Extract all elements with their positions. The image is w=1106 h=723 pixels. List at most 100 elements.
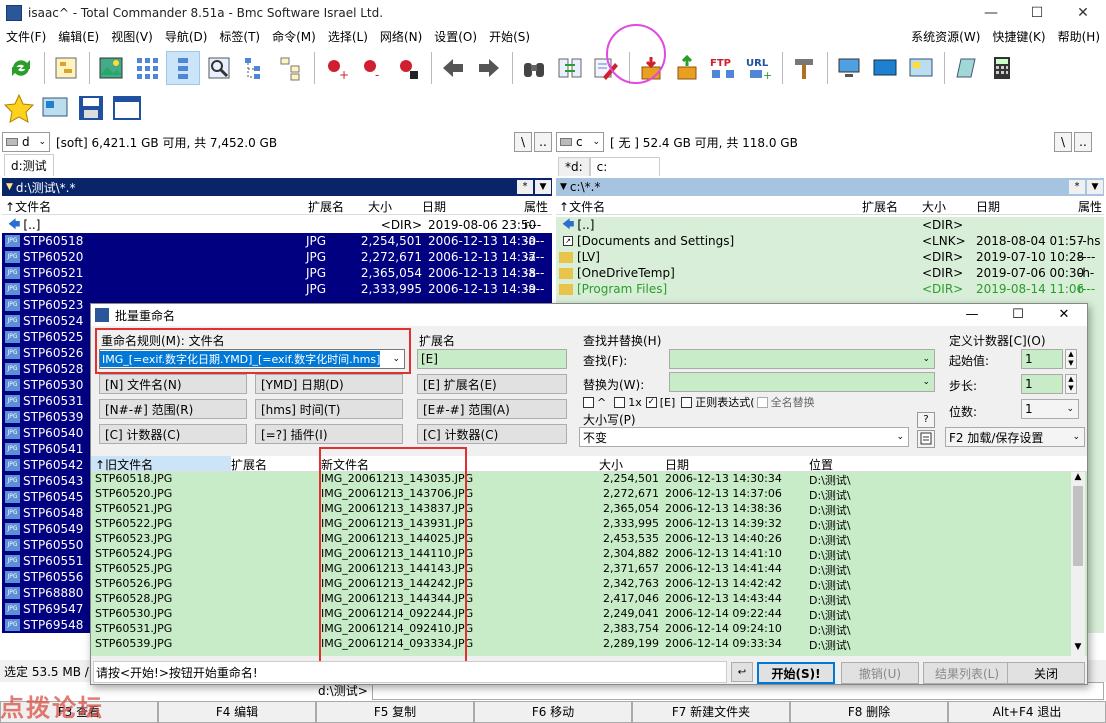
- digits-select[interactable]: 1 ⌄: [1021, 399, 1079, 419]
- invert-select-icon[interactable]: [391, 51, 425, 85]
- start-spinner[interactable]: ▲ ▼: [1065, 349, 1077, 369]
- rule-dropdown-icon[interactable]: ⌄: [392, 354, 400, 364]
- tools-icon[interactable]: [787, 51, 821, 85]
- back-icon[interactable]: [436, 51, 470, 85]
- preview-row[interactable]: STP60524.JPG IMG_20061213_144110.JPG 2,304…: [91, 547, 1087, 562]
- right-hdr-ext[interactable]: 扩展名: [862, 198, 922, 215]
- tab-right-d[interactable]: *d:: [558, 157, 590, 176]
- right-hdr-date[interactable]: 日期: [976, 198, 1078, 215]
- find-icon[interactable]: [517, 51, 551, 85]
- right-hdr-attr[interactable]: 属性: [1078, 198, 1102, 215]
- window-icon[interactable]: [110, 91, 144, 125]
- step-input[interactable]: 1: [1021, 374, 1063, 394]
- f4-edit-button[interactable]: F4 编辑: [158, 701, 316, 723]
- right-file-row[interactable]: [Program Files] <DIR> 2019-08-14 11:06 r---: [556, 281, 1104, 297]
- select-minus-icon[interactable]: -: [355, 51, 389, 85]
- star-icon[interactable]: [2, 91, 36, 125]
- range-token-button[interactable]: [N#-#] 范围(R): [99, 399, 247, 419]
- select-plus-icon[interactable]: +: [319, 51, 353, 85]
- dialog-close-x-button[interactable]: ✕: [1041, 304, 1087, 326]
- result-list-button[interactable]: 结果列表(L): [923, 662, 1011, 684]
- step-spinner[interactable]: ▲ ▼: [1065, 374, 1077, 394]
- calculator-icon[interactable]: [985, 51, 1019, 85]
- left-hdr-name[interactable]: ↑文件名: [2, 198, 308, 215]
- left-up-button[interactable]: ..: [534, 132, 552, 152]
- left-path-bar[interactable]: ▼ d:\测试\*.* * ▼: [2, 178, 552, 196]
- url-icon[interactable]: URL +: [742, 51, 776, 85]
- dialog-maximize-button[interactable]: ☐: [995, 304, 1041, 326]
- right-file-row[interactable]: 🡄 [..] <DIR>: [556, 217, 1104, 233]
- tree-view-icon[interactable]: [238, 51, 272, 85]
- refresh-icon[interactable]: [4, 51, 38, 85]
- ext-counter-button[interactable]: [C] 计数器(C): [417, 424, 567, 444]
- tree-icon[interactable]: [49, 51, 83, 85]
- left-filter-button[interactable]: *: [517, 180, 533, 194]
- network-icon[interactable]: [832, 51, 866, 85]
- left-history-button[interactable]: ▼: [535, 180, 551, 194]
- tab-left-test[interactable]: d:测试: [4, 154, 54, 176]
- tab-right-c[interactable]: c:: [589, 157, 660, 176]
- preview-row[interactable]: STP60521.JPG IMG_20061213_143837.JPG 2,365…: [91, 502, 1087, 517]
- right-up-button[interactable]: ..: [1074, 132, 1092, 152]
- brief-icon[interactable]: [130, 51, 164, 85]
- counter-token-button[interactable]: [C] 计数器(C): [99, 424, 247, 444]
- preview-row[interactable]: STP60525.JPG IMG_20061213_144143.JPG 2,371…: [91, 562, 1087, 577]
- help-button[interactable]: ?: [917, 412, 935, 428]
- f8-delete-button[interactable]: F8 删除: [790, 701, 948, 723]
- preview-row[interactable]: STP60528.JPG IMG_20061213_144344.JPG 2,417…: [91, 592, 1087, 607]
- left-file-row[interactable]: JPG STP60522 JPG 2,333,995 2006-12-13 14:39-…: [2, 281, 552, 297]
- load-save-settings-select[interactable]: F2 加载/保存设置 ⌄: [945, 427, 1085, 447]
- menu-settings[interactable]: 设置(O): [428, 28, 483, 45]
- screenshot-icon[interactable]: [38, 91, 72, 125]
- hdr-date[interactable]: 日期: [659, 456, 809, 472]
- menu-select[interactable]: 选择(L): [322, 28, 374, 45]
- ext-range-button[interactable]: [E#-#] 范围(A): [417, 399, 567, 419]
- left-hdr-attr[interactable]: 属性: [524, 198, 548, 215]
- hdr-old-name[interactable]: ↑旧文件名: [91, 456, 231, 472]
- left-root-button[interactable]: \: [514, 132, 532, 152]
- right-path-bar[interactable]: ▼ c:\*.* * ▼: [556, 178, 1104, 196]
- dialog-minimize-button[interactable]: —: [949, 304, 995, 326]
- hdr-ext[interactable]: 扩展名: [231, 456, 319, 472]
- quickview-icon[interactable]: [202, 51, 236, 85]
- edit-names-icon[interactable]: [917, 430, 935, 448]
- plugin-token-button[interactable]: [=?] 插件(I): [255, 424, 403, 444]
- left-file-row[interactable]: JPG STP60521 JPG 2,365,054 2006-12-13 14:38-…: [2, 265, 552, 281]
- left-drive-select[interactable]: d ⌄: [2, 132, 50, 152]
- fullname-checkbox[interactable]: [756, 396, 768, 408]
- menu-edit[interactable]: 编辑(E): [52, 28, 105, 45]
- maximize-button[interactable]: ☐: [1014, 0, 1060, 26]
- find-input[interactable]: ⌄: [669, 349, 935, 369]
- close-button[interactable]: ✕: [1060, 0, 1106, 26]
- control-panel-icon[interactable]: [904, 51, 938, 85]
- left-file-row[interactable]: JPG STP60520 JPG 2,272,671 2006-12-13 14:37-…: [2, 249, 552, 265]
- hdr-location[interactable]: 位置: [809, 456, 969, 472]
- preview-row[interactable]: STP60520.JPG IMG_20061213_143706.JPG 2,272…: [91, 487, 1087, 502]
- preview-row[interactable]: STP60530.JPG IMG_20061214_092244.JPG 2,249…: [91, 607, 1087, 622]
- menu-tabs[interactable]: 标签(T): [213, 28, 266, 45]
- ext-token-button[interactable]: [E] 扩展名(E): [417, 374, 567, 394]
- once-checkbox[interactable]: [614, 396, 626, 408]
- left-hdr-ext[interactable]: 扩展名: [308, 198, 368, 215]
- menu-help[interactable]: 帮助(H): [1052, 28, 1106, 45]
- preview-row[interactable]: STP60531.JPG IMG_20061214_092410.JPG 2,383…: [91, 622, 1087, 637]
- preview-row[interactable]: STP60518.JPG IMG_20061213_143035.JPG 2,254…: [91, 472, 1087, 487]
- save-icon[interactable]: [74, 91, 108, 125]
- hdr-size[interactable]: 大小: [599, 456, 659, 472]
- right-hdr-size[interactable]: 大小: [922, 198, 976, 215]
- right-file-row[interactable]: ↗ [Documents and Settings] <LNK> 2018-08-04…: [556, 233, 1104, 249]
- undo-button[interactable]: 撤销(U): [841, 662, 919, 684]
- menu-system[interactable]: 系统资源(W): [905, 28, 986, 45]
- undo-arrow-icon[interactable]: ↩: [731, 662, 753, 682]
- menu-start[interactable]: 开始(S): [483, 28, 536, 45]
- right-drive-select[interactable]: c ⌄: [556, 132, 604, 152]
- minimize-button[interactable]: —: [968, 0, 1014, 26]
- forward-icon[interactable]: [472, 51, 506, 85]
- pack-icon[interactable]: [670, 51, 704, 85]
- menu-shortcuts[interactable]: 快捷键(K): [986, 28, 1051, 45]
- right-history-button[interactable]: ▼: [1087, 180, 1103, 194]
- ext-input[interactable]: [E]: [417, 349, 567, 369]
- start-input[interactable]: 1: [1021, 349, 1063, 369]
- f6-move-button[interactable]: F6 移动: [474, 701, 632, 723]
- f5-copy-button[interactable]: F5 复制: [316, 701, 474, 723]
